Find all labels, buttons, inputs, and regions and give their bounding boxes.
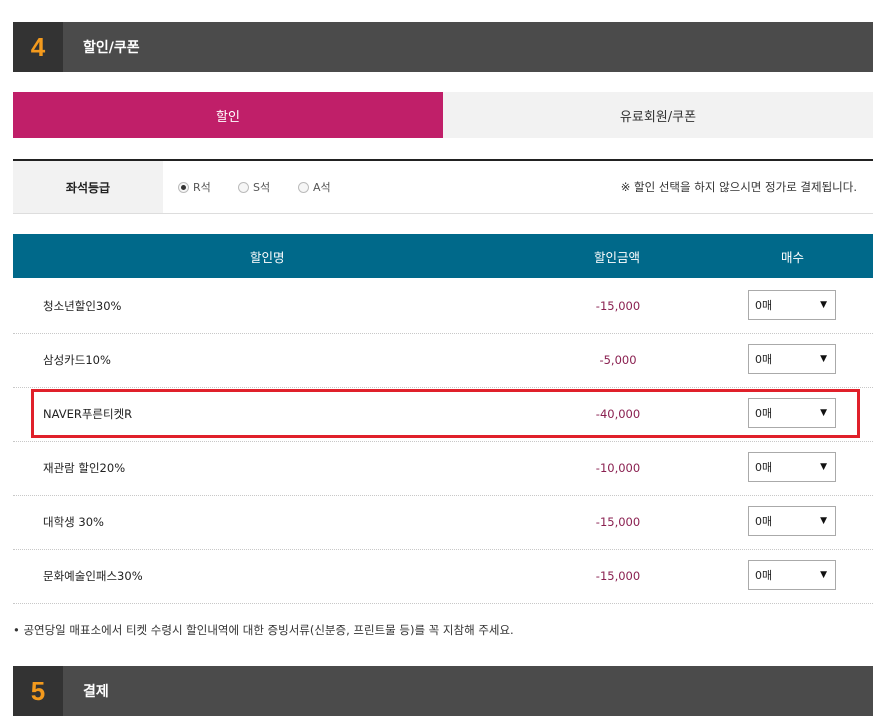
step5-title: 결제 <box>83 684 109 700</box>
caret-down-icon: ▼ <box>820 570 827 580</box>
seat-radio-label: S석 <box>253 181 271 194</box>
footnote: • 공연당일 매표소에서 티켓 수령시 할인내역에 대한 증빙서류(신분증, 프… <box>13 623 514 637</box>
select-value: 0매 <box>755 299 773 312</box>
caret-down-icon: ▼ <box>820 300 827 310</box>
table-row: 문화예술인패스30% -15,000 0매 ▼ <box>13 549 873 604</box>
step4-number: 4 <box>13 22 63 72</box>
discount-amount: -15,000 <box>595 569 641 583</box>
discount-name: 청소년할인30% <box>43 299 122 313</box>
radio-selected-icon <box>178 181 189 193</box>
discount-name: 대학생 30% <box>43 515 104 529</box>
select-value: 0매 <box>755 353 773 366</box>
discount-name: 재관람 할인20% <box>43 461 126 475</box>
select-value: 0매 <box>755 569 773 582</box>
step5-header: 5 결제 <box>13 666 873 716</box>
caret-down-icon: ▼ <box>820 516 827 526</box>
discount-amount: -40,000 <box>595 407 641 421</box>
select-value: 0매 <box>755 407 773 420</box>
caret-down-icon: ▼ <box>820 462 827 472</box>
table-row: NAVER푸른티켓R -40,000 0매 ▼ <box>13 387 873 442</box>
seat-grade-label: 좌석등급 <box>13 161 163 213</box>
seat-radio-label: R석 <box>193 181 211 194</box>
seat-radio-r[interactable]: R석 <box>178 179 211 195</box>
discount-amount: -5,000 <box>599 353 637 367</box>
select-value: 0매 <box>755 461 773 474</box>
discount-name: 삼성카드10% <box>43 353 111 367</box>
table-row: 재관람 할인20% -10,000 0매 ▼ <box>13 441 873 496</box>
header-discount-name: 할인명 <box>250 249 285 265</box>
caret-down-icon: ▼ <box>820 408 827 418</box>
step4-title: 할인/쿠폰 <box>83 40 140 56</box>
ticket-count-select[interactable]: 0매 ▼ <box>748 506 836 536</box>
tab-discount[interactable]: 할인 <box>13 92 443 138</box>
tab-membership-coupon[interactable]: 유료회원/쿠폰 <box>443 92 873 138</box>
seat-radio-s[interactable]: S석 <box>238 179 270 195</box>
header-discount-amount: 할인금액 <box>594 249 641 265</box>
radio-unselected-icon <box>298 181 309 193</box>
ticket-count-select[interactable]: 0매 ▼ <box>748 344 836 374</box>
ticket-count-select[interactable]: 0매 ▼ <box>748 452 836 482</box>
discount-name: 문화예술인패스30% <box>43 569 143 583</box>
seat-radio-a[interactable]: A석 <box>298 179 331 195</box>
step5-number: 5 <box>13 666 63 716</box>
discount-amount: -15,000 <box>595 515 641 529</box>
ticket-count-select[interactable]: 0매 ▼ <box>748 398 836 428</box>
discount-table-header: 할인명 할인금액 매수 <box>13 234 873 278</box>
ticket-count-select[interactable]: 0매 ▼ <box>748 290 836 320</box>
table-row: 대학생 30% -15,000 0매 ▼ <box>13 495 873 550</box>
radio-unselected-icon <box>238 181 249 193</box>
caret-down-icon: ▼ <box>820 354 827 364</box>
table-row: 청소년할인30% -15,000 0매 ▼ <box>13 279 873 334</box>
ticket-count-select[interactable]: 0매 ▼ <box>748 560 836 590</box>
step4-header: 4 할인/쿠폰 <box>13 22 873 72</box>
select-value: 0매 <box>755 515 773 528</box>
discount-notice: ※ 할인 선택을 하지 않으시면 정가로 결제됩니다. <box>620 180 857 194</box>
seat-grade-row: 좌석등급 R석 S석 A석 ※ 할인 선택을 하지 않으시면 정가로 결제됩니다… <box>13 159 873 214</box>
header-ticket-count: 매수 <box>781 249 805 265</box>
seat-radio-label: A석 <box>313 181 331 194</box>
discount-amount: -10,000 <box>595 461 641 475</box>
discount-name: NAVER푸른티켓R <box>43 407 133 421</box>
table-row: 삼성카드10% -5,000 0매 ▼ <box>13 333 873 388</box>
discount-amount: -15,000 <box>595 299 641 313</box>
